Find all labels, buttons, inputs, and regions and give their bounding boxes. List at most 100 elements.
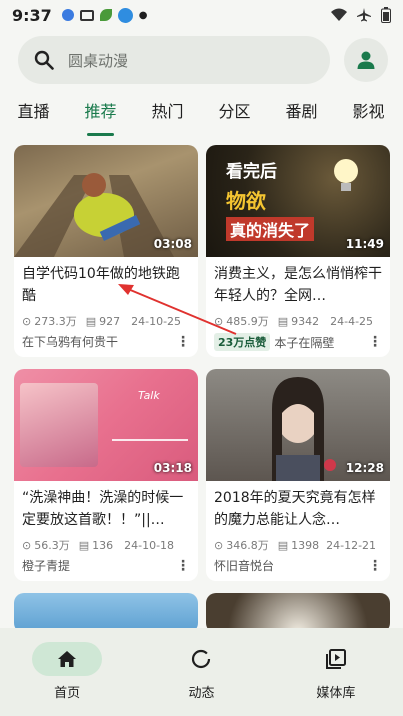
more-options-icon[interactable]: ⋮ [176, 334, 190, 350]
tab-live[interactable]: 直播 [0, 94, 67, 136]
video-card[interactable]: 看完后 物欲 真的消失了 11:49 消费主义，是怎么悄悄榨干年轻人的？全网… … [206, 145, 390, 357]
view-count: 485.9万 [226, 315, 269, 328]
nav-feed-label: 动态 [188, 686, 215, 701]
album-art [20, 383, 98, 467]
nav-home[interactable]: 首页 [0, 628, 134, 716]
danmaku-count: 136 [92, 538, 114, 552]
leaf-notification-icon [99, 9, 112, 21]
video-thumbnail [206, 593, 390, 633]
video-duration: 11:49 [345, 237, 384, 251]
upload-date: 24-10-25 [131, 314, 182, 328]
play-count-icon: ⊙ [214, 314, 224, 328]
video-duration: 12:28 [345, 461, 384, 475]
danmaku-icon: ▤ [78, 538, 90, 552]
nav-home-label: 首页 [54, 686, 81, 701]
mail-notification-icon [79, 9, 94, 21]
paw-notification-icon [61, 9, 74, 21]
bottom-navigation: 首页 动态 媒体库 [0, 628, 403, 716]
search-placeholder: 圆桌动漫 [68, 51, 129, 70]
danmaku-count: 1398 [291, 538, 320, 552]
play-count-icon: ⊙ [22, 538, 32, 552]
wifi-icon [331, 8, 347, 21]
video-author-row: 23万点赞 本子在隔壁 ⋮ [206, 329, 390, 351]
video-author-row: 怀旧音悦台 ⋮ [206, 553, 390, 574]
nav-library[interactable]: 媒体库 [269, 628, 403, 716]
video-author-row: 橙子青提 ⋮ [14, 553, 198, 574]
danmaku-icon: ▤ [277, 538, 289, 552]
video-author-row: 在下乌鸦有何贵干 ⋮ [14, 329, 198, 350]
tab-film[interactable]: 影视 [335, 94, 402, 136]
more-options-icon[interactable]: ⋮ [368, 334, 382, 350]
video-card[interactable]: Talk 03:18 “洗澡神曲！洗澡的时候一定要放这首歌！！”||… ⊙ 56… [14, 369, 198, 581]
view-count: 346.8万 [226, 539, 269, 552]
video-stats: ⊙ 56.3万 ▤ 136 24-10-18 [14, 533, 198, 553]
status-bar: 9:37 ● [0, 0, 403, 30]
video-thumbnail: 03:08 [14, 145, 198, 257]
video-card[interactable]: 03:08 自学代码10年做的地铁跑酷 ⊙ 273.3万 ▤ 927 24-10… [14, 145, 198, 357]
refresh-circle-icon [192, 649, 211, 669]
video-thumbnail: 看完后 物欲 真的消失了 11:49 [206, 145, 390, 257]
video-title: 自学代码10年做的地铁跑酷 [22, 266, 180, 304]
video-duration: 03:18 [153, 461, 192, 475]
tab-zones[interactable]: 分区 [201, 94, 268, 136]
more-options-icon[interactable]: ⋮ [176, 558, 190, 574]
upload-date: 24-12-21 [326, 538, 377, 552]
upload-date: 24-10-18 [124, 538, 175, 552]
video-card[interactable]: 12:28 2018年的夏天究竟有怎样的魔力总能让人念… ⊙ 346.8万 ▤ … [206, 369, 390, 581]
author-name: 橙子青提 [22, 559, 71, 573]
danmaku-count: 9342 [291, 314, 320, 328]
likes-badge: 23万点赞 [214, 333, 271, 351]
danmaku-count: 927 [99, 314, 121, 328]
video-duration: 03:08 [153, 237, 192, 251]
download-notification-icon [117, 7, 133, 23]
video-card-partial[interactable] [14, 593, 198, 633]
nav-library-pill [301, 642, 371, 676]
author-name: 怀旧音悦台 [214, 559, 275, 573]
category-tabs: 直播 推荐 热门 分区 番剧 影视 [0, 94, 403, 136]
status-time: 9:37 [12, 5, 52, 25]
home-icon [58, 651, 77, 667]
view-count: 56.3万 [34, 539, 70, 552]
media-library-icon [325, 649, 346, 669]
tab-recommend[interactable]: 推荐 [67, 94, 134, 136]
nav-feed[interactable]: 动态 [134, 628, 268, 716]
play-count-icon: ⊙ [22, 314, 32, 328]
upload-date: 24-4-25 [330, 314, 374, 328]
video-stats: ⊙ 273.3万 ▤ 927 24-10-25 [14, 309, 198, 329]
playback-progress-bar [112, 439, 188, 441]
play-count-icon: ⊙ [214, 538, 224, 552]
thumb-caption-1: Talk [138, 389, 160, 402]
nav-home-pill [32, 642, 103, 676]
author-name: 本子在隔壁 [274, 335, 335, 350]
search-bar[interactable]: 圆桌动漫 [18, 36, 330, 84]
airplane-icon [357, 8, 371, 22]
view-count: 273.3万 [34, 315, 77, 328]
search-row: 圆桌动漫 [0, 34, 403, 90]
video-stats: ⊙ 346.8万 ▤ 1398 24-12-21 [206, 533, 390, 553]
thumb-caption-3: 真的消失了 [226, 217, 315, 241]
thumb-caption-2: 物欲 [226, 189, 266, 213]
danmaku-icon: ▤ [277, 314, 289, 328]
video-thumbnail: Talk 03:18 [14, 369, 198, 481]
battery-icon [381, 7, 391, 23]
video-thumbnail [14, 593, 198, 633]
tab-anime[interactable]: 番剧 [268, 94, 335, 136]
person-icon [357, 51, 375, 69]
nav-library-label: 媒体库 [316, 686, 356, 701]
more-options-icon[interactable]: ⋮ [368, 558, 382, 574]
video-title: “洗澡神曲！洗澡的时候一定要放这首歌！！”||… [22, 490, 184, 528]
profile-button[interactable] [344, 38, 388, 82]
video-thumbnail: 12:28 [206, 369, 390, 481]
more-notifications-icon: ● [138, 9, 148, 21]
tab-hot[interactable]: 热门 [134, 94, 201, 136]
lightbulb-icon [334, 159, 358, 191]
video-title: 2018年的夏天究竟有怎样的魔力总能让人念… [214, 490, 376, 528]
video-stats: ⊙ 485.9万 ▤ 9342 24-4-25 [206, 309, 390, 329]
thumb-caption-1: 看完后 [226, 162, 277, 182]
nav-feed-pill [166, 642, 236, 676]
author-name: 在下乌鸦有何贵干 [22, 335, 119, 349]
danmaku-icon: ▤ [85, 314, 97, 328]
search-icon [34, 50, 54, 70]
video-title: 消费主义，是怎么悄悄榨干年轻人的？全网… [214, 266, 382, 304]
video-card-partial[interactable] [206, 593, 390, 633]
